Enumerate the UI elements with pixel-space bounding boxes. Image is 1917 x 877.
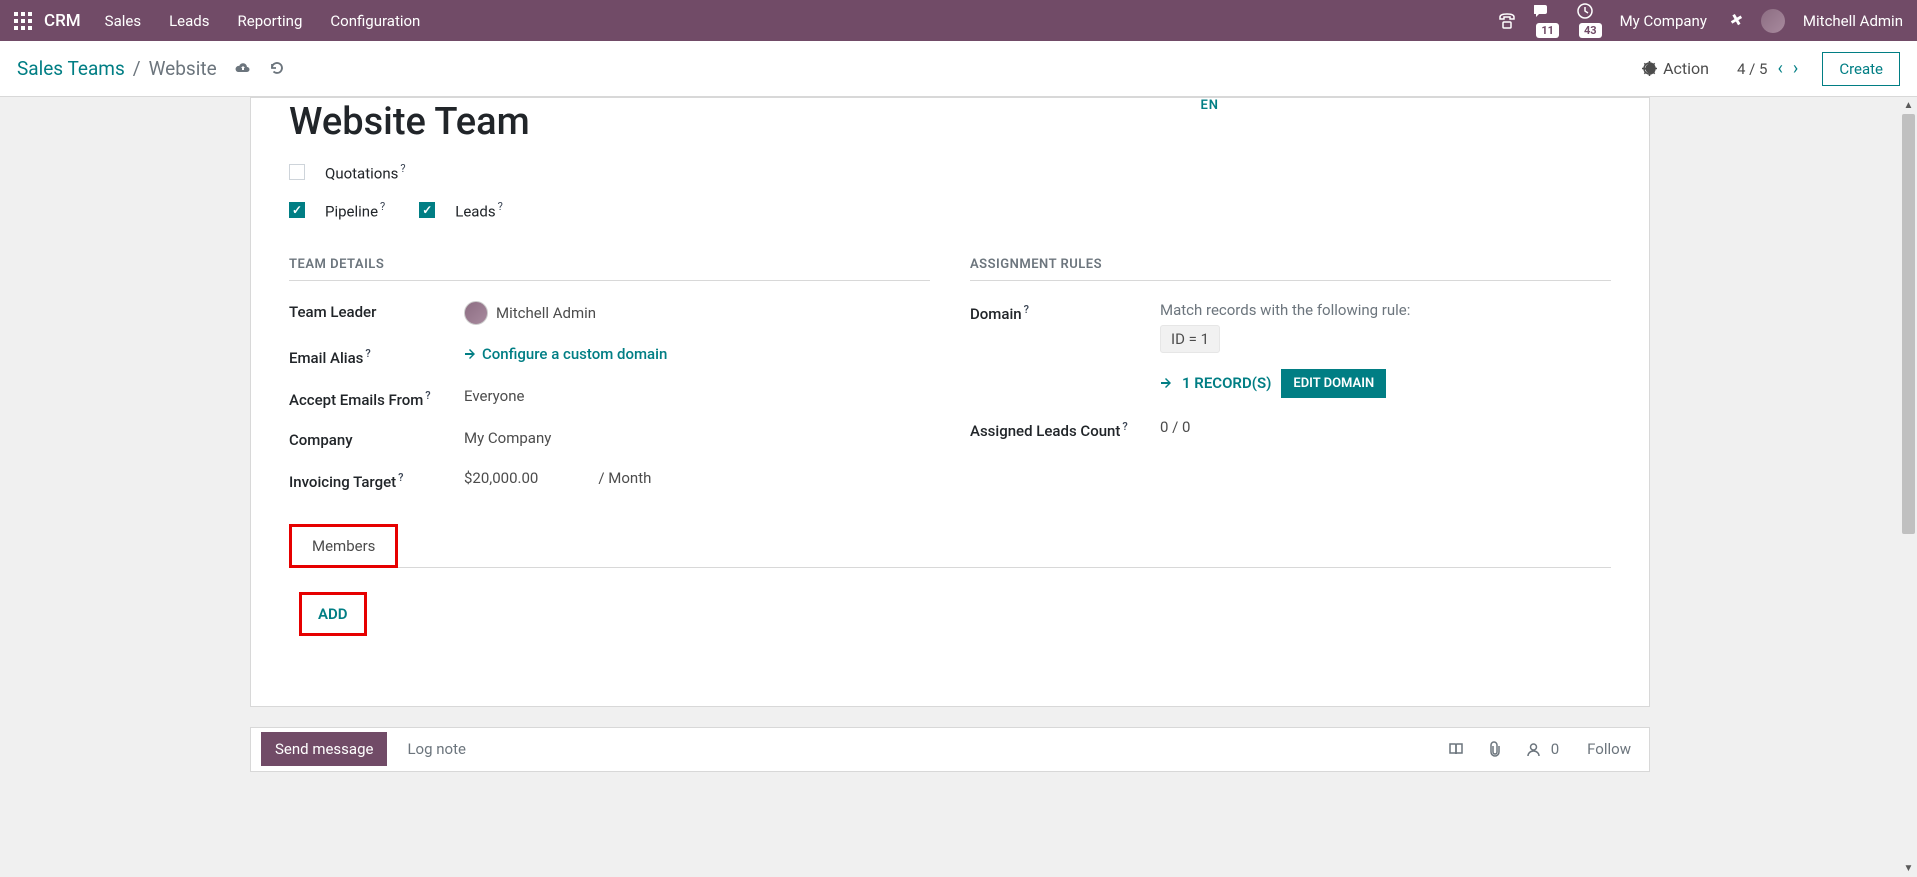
create-button[interactable]: Create [1822, 52, 1900, 86]
lang-badge[interactable]: EN [1200, 98, 1219, 113]
pager-next[interactable]: › [1793, 58, 1798, 79]
vertical-scrollbar[interactable]: ▲ ▼ [1900, 97, 1917, 877]
company-label: Company [289, 429, 464, 449]
edit-domain-button[interactable]: EDIT DOMAIN [1281, 369, 1386, 398]
invoicing-value[interactable]: $20,000.00 [464, 469, 538, 487]
nav-menu-reporting[interactable]: Reporting [238, 12, 303, 30]
debug-icon[interactable] [1725, 12, 1743, 30]
attachment-icon[interactable] [1488, 741, 1502, 757]
pipeline-checkbox[interactable] [289, 202, 305, 218]
app-brand[interactable]: CRM [44, 11, 81, 31]
action-label: Action [1663, 59, 1709, 78]
leads-label: Leads [455, 203, 495, 221]
scrollbar-thumb[interactable] [1902, 114, 1915, 534]
domain-help-icon[interactable]: ? [1024, 303, 1029, 316]
configure-domain-text: Configure a custom domain [482, 345, 667, 363]
team-leader-label: Team Leader [289, 301, 464, 321]
domain-label: Domain [970, 305, 1022, 323]
quotations-checkbox[interactable] [289, 164, 305, 180]
leads-help-icon[interactable]: ? [498, 200, 503, 213]
chatter-book-icon[interactable] [1448, 742, 1464, 757]
log-note-button[interactable]: Log note [407, 740, 465, 758]
domain-desc: Match records with the following rule: [1160, 301, 1611, 319]
company-switcher[interactable]: My Company [1620, 12, 1707, 30]
breadcrumb: Sales Teams / Website [17, 57, 284, 80]
messages-icon[interactable]: 11 [1534, 3, 1559, 38]
control-bar: Sales Teams / Website Action 4 / 5 ‹ › C… [0, 41, 1917, 97]
configure-domain-link[interactable]: Configure a custom domain [464, 345, 667, 363]
nav-menu: Sales Leads Reporting Configuration [105, 12, 421, 30]
followers-count: 0 [1551, 740, 1559, 758]
team-details-title: TEAM DETAILS [289, 257, 930, 281]
form-scroll-area: EN Website Team Quotations? Pipeline? Le… [0, 97, 1900, 877]
nav-right: 11 43 My Company Mitchell Admin [1498, 3, 1903, 38]
breadcrumb-sep: / [133, 57, 141, 80]
discard-icon[interactable] [269, 61, 284, 76]
email-alias-help-icon[interactable]: ? [365, 347, 370, 360]
records-link[interactable]: 1 RECORD(S) [1182, 374, 1271, 392]
assigned-leads-label: Assigned Leads Count [970, 422, 1120, 440]
breadcrumb-root[interactable]: Sales Teams [17, 57, 125, 80]
page-title[interactable]: Website Team [289, 100, 1611, 144]
options-row-1: Quotations? [289, 162, 1611, 182]
breadcrumb-current: Website [149, 57, 217, 80]
accept-emails-help-icon[interactable]: ? [425, 389, 430, 402]
scrollbar-track[interactable] [1900, 114, 1917, 860]
quotations-help-icon[interactable]: ? [400, 162, 405, 175]
add-member-button[interactable]: ADD [299, 592, 367, 636]
pipeline-label: Pipeline [325, 203, 378, 221]
assigned-leads-help-icon[interactable]: ? [1122, 420, 1127, 433]
send-message-button[interactable]: Send message [261, 732, 387, 766]
team-leader-value[interactable]: Mitchell Admin [464, 301, 930, 325]
scrollbar-down-arrow[interactable]: ▼ [1900, 860, 1917, 877]
tabs: Members [289, 523, 1611, 568]
top-navbar: CRM Sales Leads Reporting Configuration … [0, 0, 1917, 41]
options-row-2: Pipeline? Leads? [289, 200, 1611, 220]
leads-checkbox[interactable] [419, 202, 435, 218]
nav-menu-leads[interactable]: Leads [169, 12, 209, 30]
user-name[interactable]: Mitchell Admin [1803, 12, 1903, 30]
nav-menu-sales[interactable]: Sales [105, 12, 141, 30]
cloud-save-icon[interactable] [235, 62, 251, 75]
assigned-leads-value: 0 / 0 [1160, 418, 1611, 436]
accept-emails-label: Accept Emails From [289, 391, 423, 409]
phone-icon[interactable] [1498, 13, 1516, 29]
user-avatar[interactable] [1761, 9, 1785, 33]
chatter: Send message Log note 0 Follow [250, 727, 1650, 772]
invoicing-label: Invoicing Target [289, 473, 396, 491]
assignment-rules-section: ASSIGNMENT RULES Domain? Match records w… [970, 257, 1611, 491]
pager-prev[interactable]: ‹ [1778, 58, 1783, 79]
team-leader-name: Mitchell Admin [496, 304, 596, 322]
nav-menu-configuration[interactable]: Configuration [330, 12, 420, 30]
tab-members[interactable]: Members [289, 524, 398, 568]
pipeline-help-icon[interactable]: ? [380, 200, 385, 213]
followers-icon[interactable]: 0 [1526, 740, 1567, 758]
invoicing-help-icon[interactable]: ? [398, 471, 403, 484]
invoicing-unit: / Month [598, 469, 651, 487]
follow-button[interactable]: Follow [1587, 740, 1631, 758]
pager: 4 / 5 ‹ › [1737, 58, 1798, 79]
messages-badge: 11 [1536, 23, 1559, 38]
team-details-section: TEAM DETAILS Team Leader Mitchell Admin … [289, 257, 930, 491]
team-leader-avatar [464, 301, 488, 325]
scrollbar-up-arrow[interactable]: ▲ [1900, 97, 1917, 114]
activities-icon[interactable]: 43 [1577, 3, 1602, 38]
assignment-rules-title: ASSIGNMENT RULES [970, 257, 1611, 281]
activities-badge: 43 [1579, 23, 1602, 38]
quotations-label: Quotations [325, 164, 398, 182]
form-sheet: EN Website Team Quotations? Pipeline? Le… [250, 97, 1650, 707]
action-dropdown[interactable]: Action [1642, 59, 1709, 78]
domain-chip: ID = 1 [1160, 325, 1220, 353]
company-value[interactable]: My Company [464, 429, 930, 447]
pager-text: 4 / 5 [1737, 60, 1768, 78]
email-alias-label: Email Alias [289, 349, 363, 367]
accept-emails-value[interactable]: Everyone [464, 387, 930, 405]
apps-icon[interactable] [14, 12, 32, 30]
